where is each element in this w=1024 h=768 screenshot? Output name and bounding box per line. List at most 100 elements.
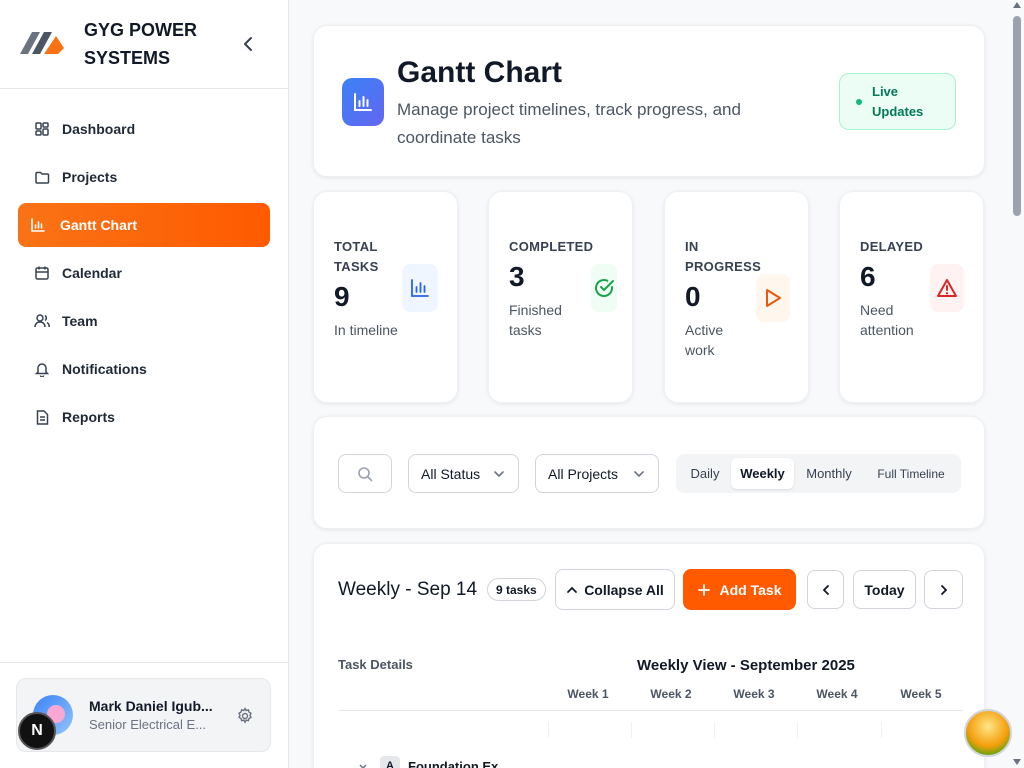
stat-subtext: Need attention xyxy=(860,302,914,338)
today-label: Today xyxy=(864,581,905,598)
collapse-all-button[interactable]: Collapse All xyxy=(555,569,675,610)
users-icon xyxy=(34,313,50,329)
plus-icon xyxy=(697,583,710,596)
gantt-header-divider xyxy=(338,710,962,711)
project-filter-select[interactable]: All Projects xyxy=(535,454,659,493)
sidebar-item-dashboard[interactable]: Dashboard xyxy=(18,107,270,151)
status-filter-select[interactable]: All Status xyxy=(408,454,519,493)
scroll-up-arrow[interactable] xyxy=(1013,2,1021,8)
stat-card-delayed: DELAYED 6 Need attention xyxy=(839,191,984,403)
brand-header: GYG POWER SYSTEMS xyxy=(0,0,288,89)
search-icon xyxy=(358,466,373,481)
gantt-column-divider xyxy=(631,722,632,738)
chevron-down-icon xyxy=(359,764,367,768)
stat-value: 9 xyxy=(334,281,350,312)
scroll-down-arrow[interactable] xyxy=(1013,759,1021,765)
stat-label: TOTAL TASKS xyxy=(334,239,379,274)
add-task-label: Add Task xyxy=(719,581,782,598)
view-full-timeline-button[interactable]: Full Timeline xyxy=(866,458,956,489)
collapse-sidebar-button[interactable] xyxy=(238,34,258,54)
play-icon xyxy=(756,274,790,322)
view-monthly-button[interactable]: Monthly xyxy=(796,458,862,489)
folder-icon xyxy=(34,169,50,185)
n-badge[interactable]: N xyxy=(18,712,56,750)
stat-subtext: Active work xyxy=(685,322,724,358)
bar-chart-icon xyxy=(402,264,438,312)
page-scrollbar[interactable] xyxy=(1010,0,1024,768)
week-column-header: Week 1 xyxy=(567,687,609,701)
week-column-header: Week 2 xyxy=(650,687,692,701)
gantt-period-title: Weekly - Sep 14 xyxy=(338,579,478,600)
user-name: Mark Daniel Igub... xyxy=(89,698,213,714)
stat-value: 6 xyxy=(860,261,876,292)
stat-card-completed: COMPLETED 3 Finished tasks xyxy=(488,191,633,403)
sidebar-item-team[interactable]: Team xyxy=(18,299,270,343)
sidebar-item-calendar[interactable]: Calendar xyxy=(18,251,270,295)
filter-bar: All Status All Projects Daily Weekly Mon… xyxy=(313,416,985,529)
collapse-all-label: Collapse All xyxy=(584,581,664,598)
gantt-column-divider xyxy=(714,722,715,738)
brand-logo[interactable] xyxy=(16,18,68,70)
user-profile-card[interactable]: Mark Daniel Igub... Senior Electrical E.… xyxy=(16,678,271,752)
chevron-left-icon xyxy=(244,37,252,51)
sidebar-divider xyxy=(0,662,289,663)
sidebar-item-notifications[interactable]: Notifications xyxy=(18,347,270,391)
user-role: Senior Electrical E... xyxy=(89,717,207,732)
sidebar-item-label: Dashboard xyxy=(62,121,136,137)
alert-triangle-icon xyxy=(930,264,964,312)
task-row[interactable]: A Foundation Ex... xyxy=(358,756,509,768)
view-mode-toggle: Daily Weekly Monthly Full Timeline xyxy=(676,454,961,493)
view-weekly-button[interactable]: Weekly xyxy=(731,458,794,489)
task-name: Foundation Ex... xyxy=(408,758,510,768)
project-filter-value: All Projects xyxy=(548,465,619,482)
sidebar-item-reports[interactable]: Reports xyxy=(18,395,270,439)
sidebar-item-label: Team xyxy=(62,313,98,329)
live-updates-badge: Live Updates xyxy=(839,73,956,130)
sidebar-item-label: Gantt Chart xyxy=(60,217,137,233)
scroll-thumb[interactable] xyxy=(1013,16,1021,216)
check-circle-icon xyxy=(591,264,617,312)
add-task-button[interactable]: Add Task xyxy=(683,569,796,610)
gantt-panel: Weekly - Sep 14 9 tasks Collapse All Add… xyxy=(313,543,985,768)
floating-assistant-button[interactable] xyxy=(964,709,1012,757)
stat-label: COMPLETED xyxy=(509,239,594,254)
page-header-card: Gantt Chart Manage project timelines, tr… xyxy=(313,25,985,177)
week-column-header: Week 4 xyxy=(816,687,858,701)
sidebar-item-label: Calendar xyxy=(62,265,122,281)
user-info: Mark Daniel Igub... Senior Electrical E.… xyxy=(89,698,219,732)
week-view-title: Weekly View - September 2025 xyxy=(637,657,855,674)
chevron-left-icon xyxy=(822,584,829,595)
today-button[interactable]: Today xyxy=(853,570,916,609)
stat-card-in-progress: IN PROGRESS 0 Active work xyxy=(664,191,809,403)
sidebar-item-gantt-chart[interactable]: Gantt Chart xyxy=(18,203,270,247)
sidebar: GYG POWER SYSTEMS Dashboard Projects Gan… xyxy=(0,0,289,768)
document-icon xyxy=(34,409,50,425)
sidebar-item-label: Reports xyxy=(62,409,115,425)
gear-icon[interactable] xyxy=(236,707,254,725)
sidebar-item-projects[interactable]: Projects xyxy=(18,155,270,199)
week-column-header: Week 3 xyxy=(733,687,775,701)
page-subtitle: Manage project timelines, track progress… xyxy=(397,100,741,147)
page-title: Gantt Chart xyxy=(397,56,562,89)
main-content: Gantt Chart Manage project timelines, tr… xyxy=(289,0,1024,768)
stat-value: 0 xyxy=(685,281,701,312)
live-status-dot xyxy=(856,98,862,105)
previous-period-button[interactable] xyxy=(807,570,844,609)
task-letter-avatar: A xyxy=(380,756,400,768)
stat-card-total-tasks: TOTAL TASKS 9 In timeline xyxy=(313,191,458,403)
view-daily-button[interactable]: Daily xyxy=(680,458,730,489)
stat-label: DELAYED xyxy=(860,239,924,254)
gantt-column-divider xyxy=(548,722,549,738)
stat-value: 3 xyxy=(509,261,525,292)
bar-chart-icon xyxy=(30,217,46,233)
search-input[interactable] xyxy=(338,454,392,493)
sidebar-item-label: Projects xyxy=(62,169,118,185)
task-details-header: Task Details xyxy=(338,657,413,672)
chevron-down-icon xyxy=(494,471,504,478)
sidebar-item-label: Notifications xyxy=(62,361,147,377)
next-period-button[interactable] xyxy=(924,570,963,609)
status-filter-value: All Status xyxy=(421,465,481,482)
bell-icon xyxy=(34,361,50,377)
stat-subtext: In timeline xyxy=(334,322,398,338)
stat-label: IN PROGRESS xyxy=(685,239,762,274)
